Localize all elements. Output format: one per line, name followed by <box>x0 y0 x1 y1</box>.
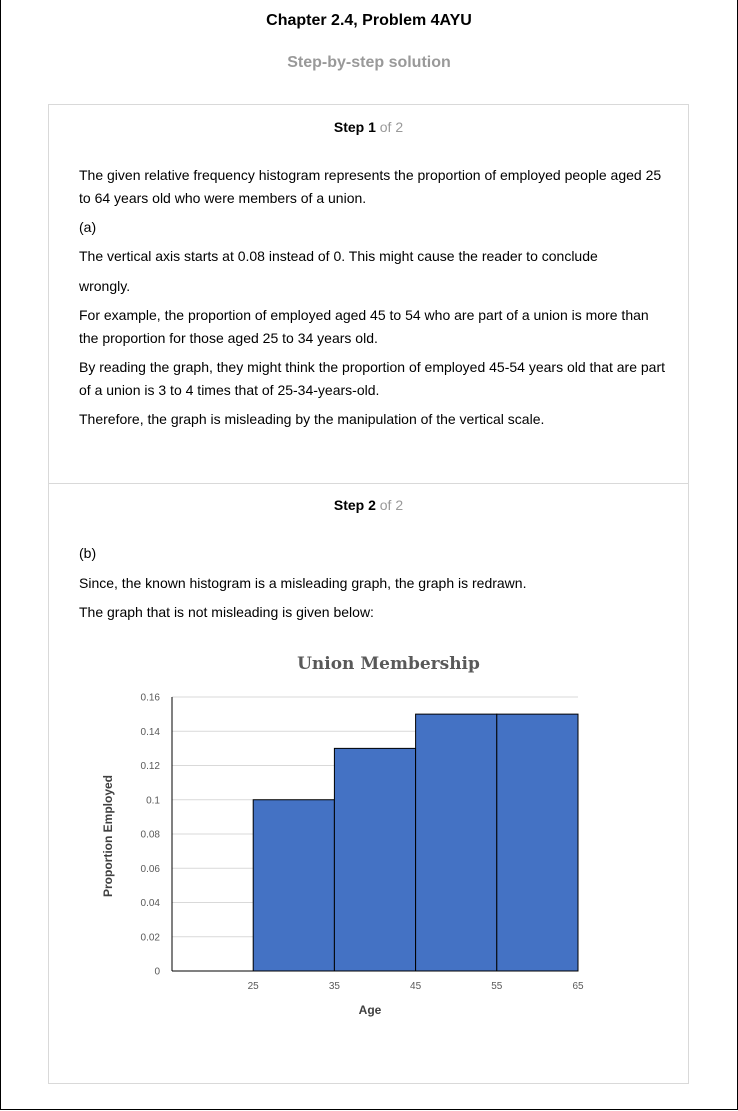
chart-title: Union Membership <box>297 654 480 674</box>
histogram-bar <box>496 713 579 972</box>
step1-header: Step 1 of 2 <box>49 119 688 135</box>
step1-label: Step 1 <box>333 119 376 135</box>
y-tick-label: 0.12 <box>141 761 161 772</box>
y-tick-label: 0.06 <box>141 864 161 875</box>
step-divider <box>49 483 688 484</box>
step1-paragraph-5: For example, the proportion of employed … <box>79 307 649 346</box>
x-tick-label: 55 <box>491 981 503 992</box>
step1-of: of 2 <box>379 119 404 135</box>
page-title: Chapter 2.4, Problem 4AYU <box>266 12 472 29</box>
y-tick-label: 0.14 <box>141 727 161 738</box>
y-tick-label: 0.02 <box>141 932 161 943</box>
step2-paragraph-1: (b) <box>79 545 97 561</box>
step2-of: of 2 <box>379 497 404 513</box>
x-tick-label: 25 <box>248 981 260 992</box>
y-tick-label: 0.16 <box>141 693 161 704</box>
x-axis-label: Age <box>359 1003 382 1017</box>
step2-paragraph-2: Since, the known histogram is a misleadi… <box>79 575 527 591</box>
y-tick-label: 0.04 <box>141 898 161 909</box>
step1-paragraph-6: By reading the graph, they might think t… <box>79 359 666 398</box>
y-tick-label: 0 <box>154 967 160 978</box>
histogram-bar <box>415 713 498 972</box>
step1-paragraph-7: Therefore, the graph is misleading by th… <box>79 411 545 427</box>
step2-header: Step 2 of 2 <box>49 497 688 513</box>
step2-label: Step 2 <box>333 497 376 513</box>
step1-paragraph-4: wrongly. <box>79 278 131 294</box>
histogram-bar <box>252 799 335 972</box>
histogram-chart: 0 0.02 0.04 0.06 0.08 0.1 0.12 0.14 0.16 25 35 45 55… <box>101 693 584 1018</box>
step1-paragraph-1: The given relative frequency histogram r… <box>79 167 662 206</box>
step2-paragraph-3: The graph that is not misleading is give… <box>79 604 374 620</box>
page-subtitle: Step-by-step solution <box>287 54 451 71</box>
y-tick-label: 0.08 <box>141 830 161 841</box>
step1-paragraph-3: The vertical axis starts at 0.08 instead… <box>79 248 598 264</box>
y-tick-label: 0.1 <box>146 795 160 806</box>
step1-paragraph-2: (a) <box>79 219 97 235</box>
x-tick-label: 35 <box>329 981 341 992</box>
x-tick-label: 45 <box>410 981 422 992</box>
x-tick-label: 65 <box>572 981 584 992</box>
histogram-bar <box>333 747 417 972</box>
solution-card: Step 1 of 2 The given relative frequency… <box>48 104 689 1084</box>
y-axis-label: Proportion Employed <box>101 775 115 897</box>
